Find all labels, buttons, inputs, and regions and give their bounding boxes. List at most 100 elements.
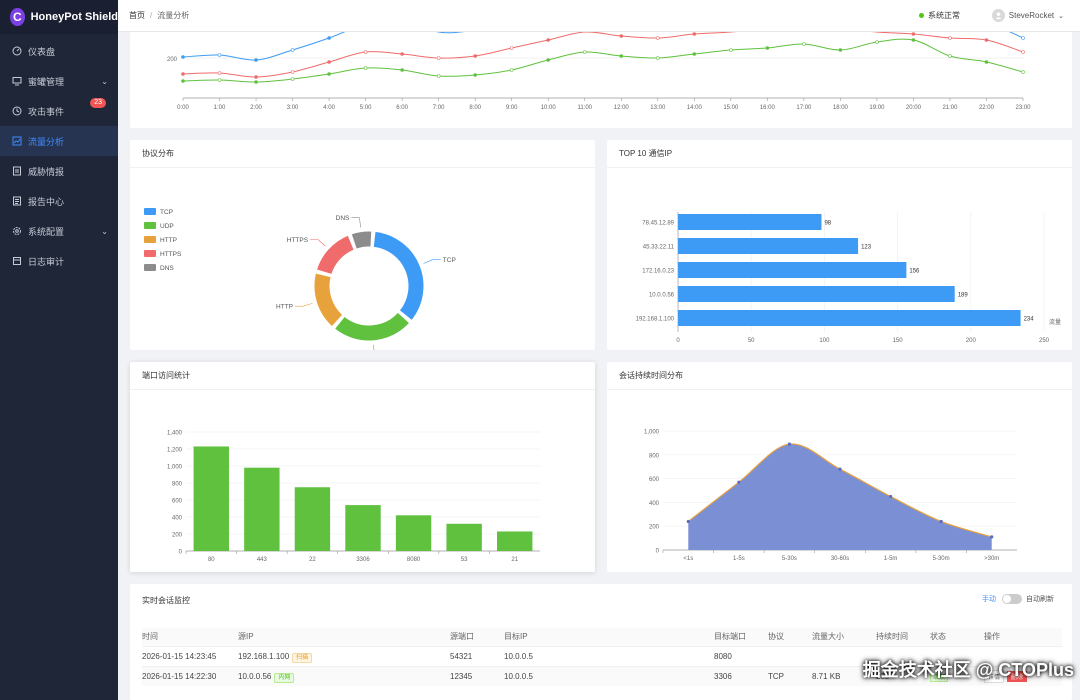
data-point bbox=[509, 46, 514, 50]
user-menu[interactable]: SteveRocket ⌄ bbox=[991, 9, 1064, 22]
data-point bbox=[619, 54, 624, 58]
x-tick-label: 1-5s bbox=[733, 556, 745, 562]
pie-label: HTTPS bbox=[287, 237, 309, 244]
x-tick-label: 30-60s bbox=[831, 556, 849, 562]
data-point bbox=[838, 48, 843, 52]
data-point bbox=[181, 72, 185, 76]
bar bbox=[678, 214, 822, 230]
col-time: 时间 bbox=[142, 628, 238, 646]
legend-label: DNS bbox=[160, 265, 174, 272]
legend-swatch bbox=[144, 250, 156, 257]
watermark-text: 掘金技术社区 @ CTOPlus bbox=[862, 660, 1074, 680]
data-point bbox=[911, 38, 916, 42]
col-proto: 协议 bbox=[768, 628, 812, 646]
data-point bbox=[911, 32, 916, 36]
x-tick-label: 10:00 bbox=[541, 105, 557, 111]
y-tick-label: 78.45.12.89 bbox=[642, 221, 674, 227]
report-icon bbox=[12, 196, 22, 206]
data-point bbox=[363, 66, 368, 70]
data-point bbox=[290, 48, 295, 52]
data-point bbox=[692, 32, 697, 36]
refresh-controls: 手动 自动刷新 bbox=[982, 594, 1054, 604]
sidebar-item-honeypot[interactable]: 蜜罐管理 ⌄ bbox=[0, 66, 118, 96]
data-point bbox=[619, 34, 624, 38]
legend-swatch bbox=[144, 208, 156, 215]
sidebar-item-audit-log[interactable]: 日志审计 bbox=[0, 246, 118, 276]
top-ip-card-title: TOP 10 通信IP bbox=[607, 140, 1072, 168]
data-point bbox=[582, 50, 587, 54]
legend-label: HTTP bbox=[160, 237, 177, 244]
cell-src-ip: 10.0.0.56 内网 bbox=[238, 665, 450, 686]
x-tick-label: 3:00 bbox=[287, 105, 299, 111]
data-point bbox=[990, 535, 994, 539]
x-tick-label: 5-30s bbox=[782, 556, 797, 562]
x-tick-label: 4:00 bbox=[323, 105, 335, 111]
sidebar-item-attacks[interactable]: 攻击事件 23 bbox=[0, 96, 118, 126]
y-tick-label: 1,000 bbox=[644, 430, 660, 436]
pie-slice-dns bbox=[350, 230, 373, 250]
auto-refresh-toggle[interactable] bbox=[1002, 594, 1022, 604]
sidebar-item-traffic[interactable]: 流量分析 bbox=[0, 126, 118, 156]
brand[interactable]: C HoneyPot Shield bbox=[0, 0, 118, 34]
data-point bbox=[400, 68, 404, 72]
col-actions: 操作 bbox=[984, 628, 1062, 646]
x-tick-label: <1s bbox=[683, 556, 693, 562]
protocol-card: 协议分布 TCPUDPHTTPHTTPSDNSTCPUDPHTTPHTTPSDN… bbox=[130, 140, 595, 359]
manual-refresh-link[interactable]: 手动 bbox=[982, 594, 996, 604]
internal-tag: 内网 bbox=[274, 672, 295, 683]
bar bbox=[497, 531, 533, 551]
sidebar-item-threat-intel[interactable]: 威胁情报 bbox=[0, 156, 118, 186]
breadcrumb-home[interactable]: 首页 bbox=[129, 10, 145, 21]
y-tick-label: 600 bbox=[649, 477, 660, 483]
x-tick-label: 80 bbox=[208, 557, 215, 563]
y-tick-label: 0 bbox=[179, 550, 183, 556]
top-ip-card: TOP 10 通信IP 0 50 100 150 200 250 流量 78.45.12.89… bbox=[607, 140, 1072, 350]
x-tick-label: 12:00 bbox=[614, 105, 630, 111]
table-header-row: 时间 源IP 源端口 目标IP 目标端口 协议 流量大小 持续时间 状态 操作 bbox=[142, 628, 1062, 646]
x-tick-label: >30m bbox=[984, 556, 999, 562]
data-point bbox=[436, 56, 441, 60]
protocol-card-title: 协议分布 bbox=[130, 140, 595, 168]
x-tick-label: 21 bbox=[511, 557, 518, 563]
x-tick-label: 20:00 bbox=[906, 105, 922, 111]
sidebar-item-label: 流量分析 bbox=[28, 136, 65, 147]
sidebar-item-label: 仪表盘 bbox=[28, 46, 56, 57]
x-tick-label: 22:00 bbox=[979, 105, 995, 111]
data-point bbox=[692, 52, 697, 56]
bar bbox=[244, 467, 280, 551]
topbar: 首页 / 流量分析 系统正常 SteveRocket ⌄ bbox=[118, 0, 1080, 32]
data-point bbox=[473, 54, 477, 58]
sidebar-item-dashboard[interactable]: 仪表盘 bbox=[0, 36, 118, 66]
x-tick-label: 19:00 bbox=[869, 105, 885, 111]
data-point bbox=[787, 442, 792, 446]
x-tick-label: 9:00 bbox=[506, 105, 518, 111]
x-tick-label: 11:00 bbox=[577, 105, 592, 111]
data-label: 234 bbox=[1024, 317, 1035, 323]
x-tick-label: 1-5m bbox=[884, 556, 898, 562]
legend-swatch bbox=[144, 236, 156, 243]
sidebar-item-reports[interactable]: 报告中心 bbox=[0, 186, 118, 216]
legend-label: TCP bbox=[160, 209, 173, 216]
data-point bbox=[546, 38, 551, 42]
col-duration: 持续时间 bbox=[876, 628, 930, 646]
data-point bbox=[1021, 36, 1025, 40]
x-tick-label: 23:00 bbox=[1015, 105, 1031, 111]
scan-tag: 扫描 bbox=[292, 652, 313, 663]
chevron-down-icon: ⌄ bbox=[1058, 12, 1064, 20]
bar bbox=[193, 446, 229, 551]
data-point bbox=[838, 467, 842, 471]
monitor-icon bbox=[12, 76, 22, 86]
cell-time: 2026-01-15 14:22:30 bbox=[142, 665, 238, 686]
data-point bbox=[984, 38, 989, 42]
data-label: 156 bbox=[909, 269, 920, 275]
logo-icon: C bbox=[10, 8, 25, 26]
sidebar-item-label: 威胁情报 bbox=[28, 166, 65, 177]
data-point bbox=[1021, 70, 1025, 74]
pie-slice-tcp bbox=[372, 230, 425, 322]
data-point bbox=[737, 480, 741, 484]
cell-dst-port: 8080 bbox=[714, 645, 768, 666]
session-card: 实时会话监控 手动 自动刷新 时间 源IP 源端口 目标IP 目标端口 协议 流… bbox=[130, 584, 1072, 700]
src-ip-text: 192.168.1.100 bbox=[238, 651, 290, 661]
sidebar-item-settings[interactable]: 系统配置 ⌄ bbox=[0, 216, 118, 246]
src-ip-text: 10.0.0.56 bbox=[238, 671, 272, 681]
